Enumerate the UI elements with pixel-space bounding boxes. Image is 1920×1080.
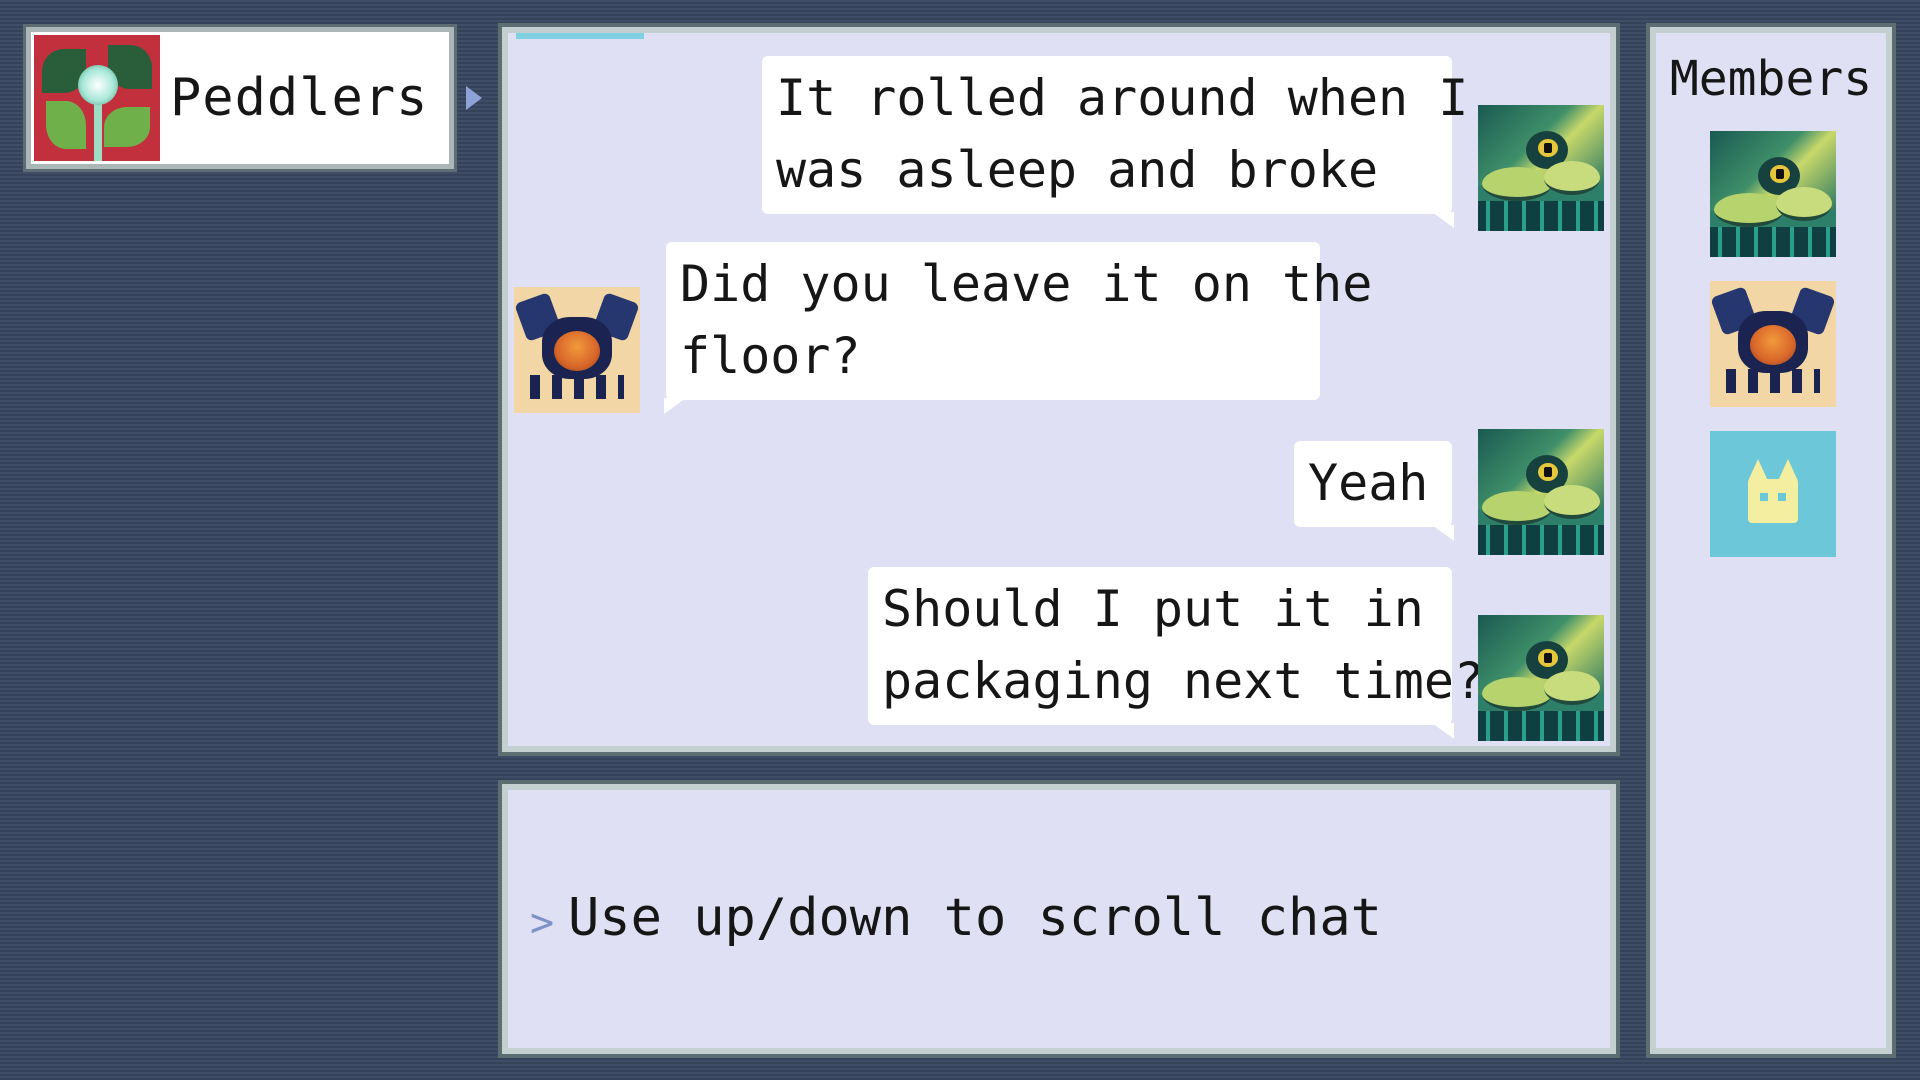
caret-icon: > — [530, 900, 555, 946]
group-name: Peddlers — [170, 68, 429, 128]
plant-icon — [34, 35, 160, 161]
members-panel: Members — [1646, 23, 1896, 1058]
scroll-indicator — [516, 33, 644, 39]
chat-message: Did you leave it on the floor? — [664, 242, 1372, 414]
beetle-avatar-icon — [514, 287, 640, 413]
scroll-hint: Use up/down to scroll chat — [568, 888, 1382, 948]
frog-avatar-icon — [1478, 105, 1604, 231]
cat-avatar-icon[interactable] — [1710, 431, 1836, 557]
frog-avatar-icon — [1478, 429, 1604, 555]
chat-input-panel[interactable]: > Use up/down to scroll chat — [498, 780, 1620, 1058]
chat-message: It rolled around when I was asleep and b… — [762, 56, 1468, 228]
chat-group-peddlers[interactable]: Peddlers — [23, 24, 457, 172]
beetle-avatar-icon[interactable] — [1710, 281, 1836, 407]
frog-avatar-icon[interactable] — [1710, 131, 1836, 257]
chat-message: Yeah — [1294, 441, 1454, 541]
frog-avatar-icon — [1478, 615, 1604, 741]
chat-message: Should I put it in packaging next time? — [868, 567, 1484, 739]
chat-messages-panel[interactable]: It rolled around when I was asleep and b… — [498, 23, 1620, 756]
members-title: Members — [1669, 51, 1873, 107]
selection-arrow-icon — [466, 86, 482, 110]
